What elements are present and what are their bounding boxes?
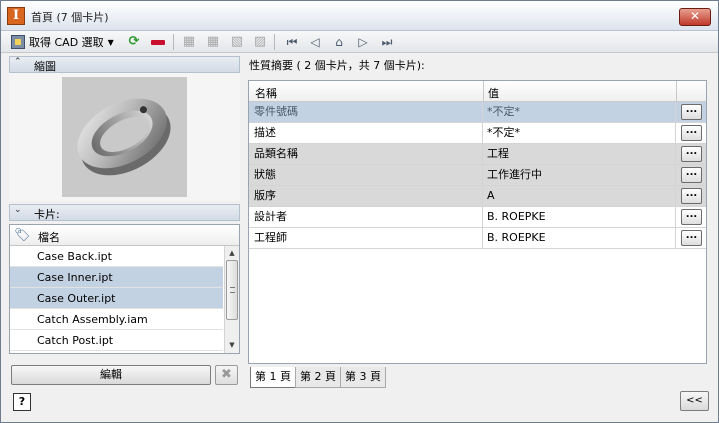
scroll-down-arrow-icon[interactable]: ▼ bbox=[225, 338, 239, 352]
part-thumbnail-image bbox=[62, 77, 187, 197]
browse-button[interactable]: ... bbox=[681, 209, 702, 225]
cards-panel-header[interactable]: ⌄ 卡片: bbox=[9, 204, 240, 221]
list-item[interactable]: Case Inner.ipt bbox=[10, 267, 223, 288]
property-value-cell[interactable]: A bbox=[484, 186, 676, 206]
toolbar-separator bbox=[173, 34, 174, 50]
row-button-cell: ... bbox=[677, 228, 706, 248]
property-name-cell[interactable]: 版序 bbox=[249, 186, 483, 206]
close-button[interactable]: ✕ bbox=[679, 8, 711, 26]
property-value-cell[interactable]: *不定* bbox=[484, 102, 676, 122]
list-item[interactable]: Catch Assembly.iam bbox=[10, 309, 223, 330]
row-button-cell: ... bbox=[677, 207, 706, 227]
browse-button[interactable]: ... bbox=[681, 188, 702, 204]
card-list-scrollbar[interactable]: ▲ ▼ bbox=[224, 246, 239, 353]
home-icon[interactable]: ⌂ bbox=[331, 34, 347, 50]
thumbnail-area bbox=[9, 73, 240, 201]
table-row[interactable]: 版序 A... bbox=[249, 186, 706, 207]
property-value-cell[interactable]: 工程 bbox=[484, 144, 676, 164]
row-button-cell: ... bbox=[677, 102, 706, 122]
link-card-icon[interactable]: ▨ bbox=[252, 34, 268, 50]
copy-card-icon[interactable]: ▦ bbox=[205, 34, 221, 50]
browse-button[interactable]: ... bbox=[681, 125, 702, 141]
property-name-cell[interactable]: 描述 bbox=[249, 123, 483, 143]
table-row[interactable]: 設計者 B. ROEPKE... bbox=[249, 207, 706, 228]
page-tabs: 第 1 頁 第 2 頁 第 3 頁 bbox=[250, 367, 386, 388]
scrollbar-grip bbox=[230, 287, 235, 293]
cards-label: 卡片: bbox=[34, 208, 60, 221]
row-button-cell: ... bbox=[677, 144, 706, 164]
window-title: 首頁 (7 個卡片) bbox=[31, 11, 109, 24]
tab-page-1[interactable]: 第 1 頁 bbox=[250, 367, 296, 388]
tab-page-2[interactable]: 第 2 頁 bbox=[295, 367, 341, 388]
name-column-header[interactable]: 名稱 bbox=[255, 85, 277, 101]
move-card-icon[interactable]: ▧ bbox=[229, 34, 245, 50]
property-name-cell[interactable]: 設計者 bbox=[249, 207, 483, 227]
row-button-cell: ... bbox=[677, 186, 706, 206]
property-name-cell[interactable]: 狀態 bbox=[249, 165, 483, 185]
property-value-cell[interactable]: 工作進行中 bbox=[484, 165, 676, 185]
refresh-icon[interactable]: ⟳ bbox=[126, 34, 142, 50]
property-grid: 名稱 值 零件號碼 *不定*... 描述 *不定*... 品類名稱 工程... 狀態 工作進行… bbox=[248, 80, 707, 364]
row-button-cell: ... bbox=[677, 165, 706, 185]
thumbnail-label: 縮圖 bbox=[34, 60, 56, 73]
app-icon: I bbox=[7, 7, 25, 25]
property-summary-label: 性質摘要 ( 2 個卡片，共 7 個卡片): bbox=[249, 59, 425, 72]
browse-button[interactable]: ... bbox=[681, 167, 702, 183]
column-divider[interactable] bbox=[676, 81, 677, 102]
cad-selection-icon bbox=[11, 35, 25, 49]
toolbar-separator bbox=[274, 34, 275, 50]
property-value-cell[interactable]: B. ROEPKE bbox=[484, 207, 676, 227]
property-name-cell[interactable]: 工程師 bbox=[249, 228, 483, 248]
collapse-panel-button[interactable]: << bbox=[680, 391, 709, 411]
tag-icon: 🏷 bbox=[14, 228, 31, 243]
card-list-header[interactable]: 🏷 檔名 bbox=[10, 225, 239, 246]
property-grid-header: 名稱 值 bbox=[249, 81, 706, 102]
title-bar: I 首頁 (7 個卡片) ✕ bbox=[1, 1, 718, 31]
filename-column-header: 檔名 bbox=[38, 231, 60, 244]
thumbnail-panel-header[interactable]: ⌃ 縮圖 bbox=[9, 56, 240, 73]
browse-button[interactable]: ... bbox=[681, 104, 702, 120]
column-divider[interactable] bbox=[483, 81, 484, 102]
last-card-icon[interactable]: ⏭ bbox=[379, 34, 395, 50]
table-row[interactable]: 工程師 B. ROEPKE... bbox=[249, 228, 706, 249]
edit-button[interactable]: 編輯 bbox=[11, 365, 211, 385]
dialog-window: I 首頁 (7 個卡片) ✕ 取得 CAD 選取 ▼ ⟳ ▦ ▦ ▧ ▨ ⏮ ◁… bbox=[0, 0, 719, 423]
table-row[interactable]: 狀態 工作進行中... bbox=[249, 165, 706, 186]
next-card-icon[interactable]: ▷ bbox=[355, 34, 371, 50]
help-icon[interactable]: ? bbox=[13, 393, 31, 411]
browse-button[interactable]: ... bbox=[681, 146, 702, 162]
property-value-cell[interactable]: B. ROEPKE bbox=[484, 228, 676, 248]
scroll-up-arrow-icon[interactable]: ▲ bbox=[225, 246, 239, 260]
collapse-chevron-icon[interactable]: ⌃ bbox=[14, 57, 22, 67]
browse-button[interactable]: ... bbox=[681, 230, 702, 246]
add-card-icon[interactable]: ▦ bbox=[181, 34, 197, 50]
remove-icon[interactable] bbox=[150, 34, 166, 50]
tab-page-3[interactable]: 第 3 頁 bbox=[340, 367, 386, 388]
get-cad-selection-button[interactable]: 取得 CAD 選取 ▼ bbox=[11, 34, 114, 50]
property-value-cell[interactable]: *不定* bbox=[484, 123, 676, 143]
list-item[interactable]: Case Outer.ipt bbox=[10, 288, 223, 309]
list-item[interactable]: Case Back.ipt bbox=[10, 246, 223, 267]
property-name-cell[interactable]: 品類名稱 bbox=[249, 144, 483, 164]
value-column-header[interactable]: 值 bbox=[488, 85, 499, 101]
previous-card-icon[interactable]: ◁ bbox=[307, 34, 323, 50]
table-row[interactable]: 零件號碼 *不定*... bbox=[249, 102, 706, 123]
delete-button[interactable]: ✖ bbox=[215, 365, 238, 385]
first-card-icon[interactable]: ⏮ bbox=[284, 34, 300, 50]
get-cad-selection-label: 取得 CAD 選取 bbox=[29, 36, 104, 49]
expand-chevron-icon[interactable]: ⌄ bbox=[14, 205, 22, 215]
row-button-cell: ... bbox=[677, 123, 706, 143]
property-name-cell[interactable]: 零件號碼 bbox=[249, 102, 483, 122]
card-list: 🏷 檔名 Case Back.ipt Case Inner.ipt Case O… bbox=[9, 224, 240, 354]
list-item[interactable]: Catch Post.ipt bbox=[10, 330, 223, 351]
dropdown-arrow-icon[interactable]: ▼ bbox=[108, 38, 114, 47]
toolbar: 取得 CAD 選取 ▼ ⟳ ▦ ▦ ▧ ▨ ⏮ ◁ ⌂ ▷ ⏭ bbox=[1, 31, 718, 53]
table-row[interactable]: 品類名稱 工程... bbox=[249, 144, 706, 165]
table-row[interactable]: 描述 *不定*... bbox=[249, 123, 706, 144]
scrollbar-thumb[interactable] bbox=[226, 260, 238, 320]
